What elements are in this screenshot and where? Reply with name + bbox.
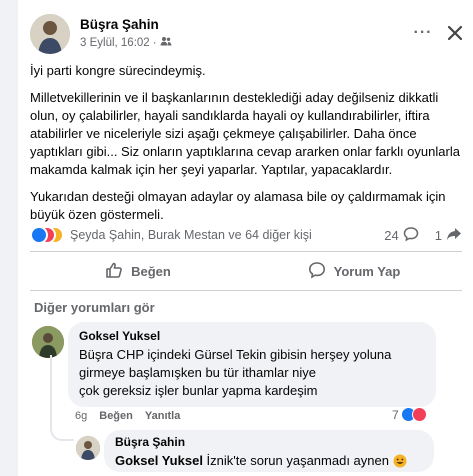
comment-actions: 6g Beğen Yanıtla: [75, 410, 180, 422]
post-text: İyi parti kongre sürecindeymiş. Milletve…: [30, 62, 462, 233]
like-label: Beğen: [131, 263, 171, 279]
comment-reactions[interactable]: 7: [392, 407, 427, 422]
comment-reply-button[interactable]: Yanıtla: [145, 410, 180, 422]
divider: [30, 251, 462, 252]
comment-text-line: Büşra CHP içindeki Gürsel Tekin gibisin …: [79, 347, 392, 362]
comment-icon: [403, 226, 419, 245]
replier-avatar[interactable]: [76, 436, 100, 460]
divider: [30, 290, 462, 291]
author-name[interactable]: Büşra Şahin: [80, 17, 159, 32]
author-avatar[interactable]: [30, 14, 70, 54]
post-header: Büşra Şahin 3 Eylül, 16:02 · ···: [30, 14, 463, 54]
meta-separator: ·: [152, 36, 157, 49]
close-icon[interactable]: [442, 20, 468, 46]
reply-bubble: Büşra Şahin Goksel Yuksel İznik'te sorun…: [104, 430, 434, 472]
post-meta: 3 Eylül, 16:02 ·: [80, 36, 172, 49]
like-button[interactable]: Beğen: [30, 256, 246, 286]
share-icon: [446, 226, 462, 245]
reaction-summary: Şeyda Şahin, Burak Mestan ve 64 diğer ki…: [30, 224, 462, 246]
post-paragraph: Milletvekillerinin ve il başkanlarının d…: [30, 90, 460, 177]
grin-emoji-icon: [393, 454, 407, 473]
more-options-icon[interactable]: ···: [412, 22, 434, 44]
thumbs-up-icon: [105, 261, 123, 282]
post-paragraph: Yukarıdan desteği olmayan adaylar oy ala…: [30, 189, 446, 222]
comment-like-button[interactable]: Beğen: [99, 410, 133, 422]
post-timestamp[interactable]: 3 Eylül, 16:02: [80, 37, 150, 49]
engagement-counts: 24 1: [384, 226, 462, 245]
reply-text: Goksel Yuksel İznik'te sorun yaşanmadı a…: [115, 452, 423, 473]
comment-text-line: çok gereksiz işler bunlar yapma kardeşim: [79, 383, 318, 398]
comment-bubble: Goksel Yuksel Büşra CHP içindeki Gürsel …: [68, 322, 436, 407]
reaction-icons[interactable]: [30, 226, 64, 244]
post-card: Büşra Şahin 3 Eylül, 16:02 · ··· İyi par…: [18, 0, 473, 476]
love-reaction-icon: [411, 407, 427, 422]
reply-text-body: İznik'te sorun yaşanmadı aynen: [202, 453, 389, 468]
speech-bubble-icon: [308, 261, 326, 282]
post-paragraph: İyi parti kongre sürecindeymiş.: [30, 63, 206, 78]
comment-reaction-count: 7: [392, 407, 399, 422]
mentioned-user[interactable]: Goksel Yuksel: [115, 453, 203, 468]
comment-button[interactable]: Yorum Yap: [246, 256, 462, 286]
reply-author[interactable]: Büşra Şahin: [115, 435, 423, 449]
comment-author[interactable]: Goksel Yuksel: [79, 329, 425, 343]
comment-text-line: girmeye başlamışken bu tür ithamlar niye: [79, 365, 316, 380]
comment-count[interactable]: 24: [384, 228, 398, 243]
comment-label: Yorum Yap: [333, 263, 401, 279]
see-more-comments-link[interactable]: Diğer yorumları gör: [34, 300, 155, 315]
reply-thread-line: [50, 355, 74, 441]
post-actions: Beğen Yorum Yap: [30, 256, 462, 286]
share-count[interactable]: 1: [435, 228, 442, 243]
reactors-text[interactable]: Şeyda Şahin, Burak Mestan ve 64 diğer ki…: [70, 228, 312, 242]
comment-age[interactable]: 6g: [75, 410, 87, 422]
like-reaction-icon: [30, 226, 48, 244]
commenter-avatar[interactable]: [32, 326, 64, 358]
friends-icon: [160, 36, 172, 49]
